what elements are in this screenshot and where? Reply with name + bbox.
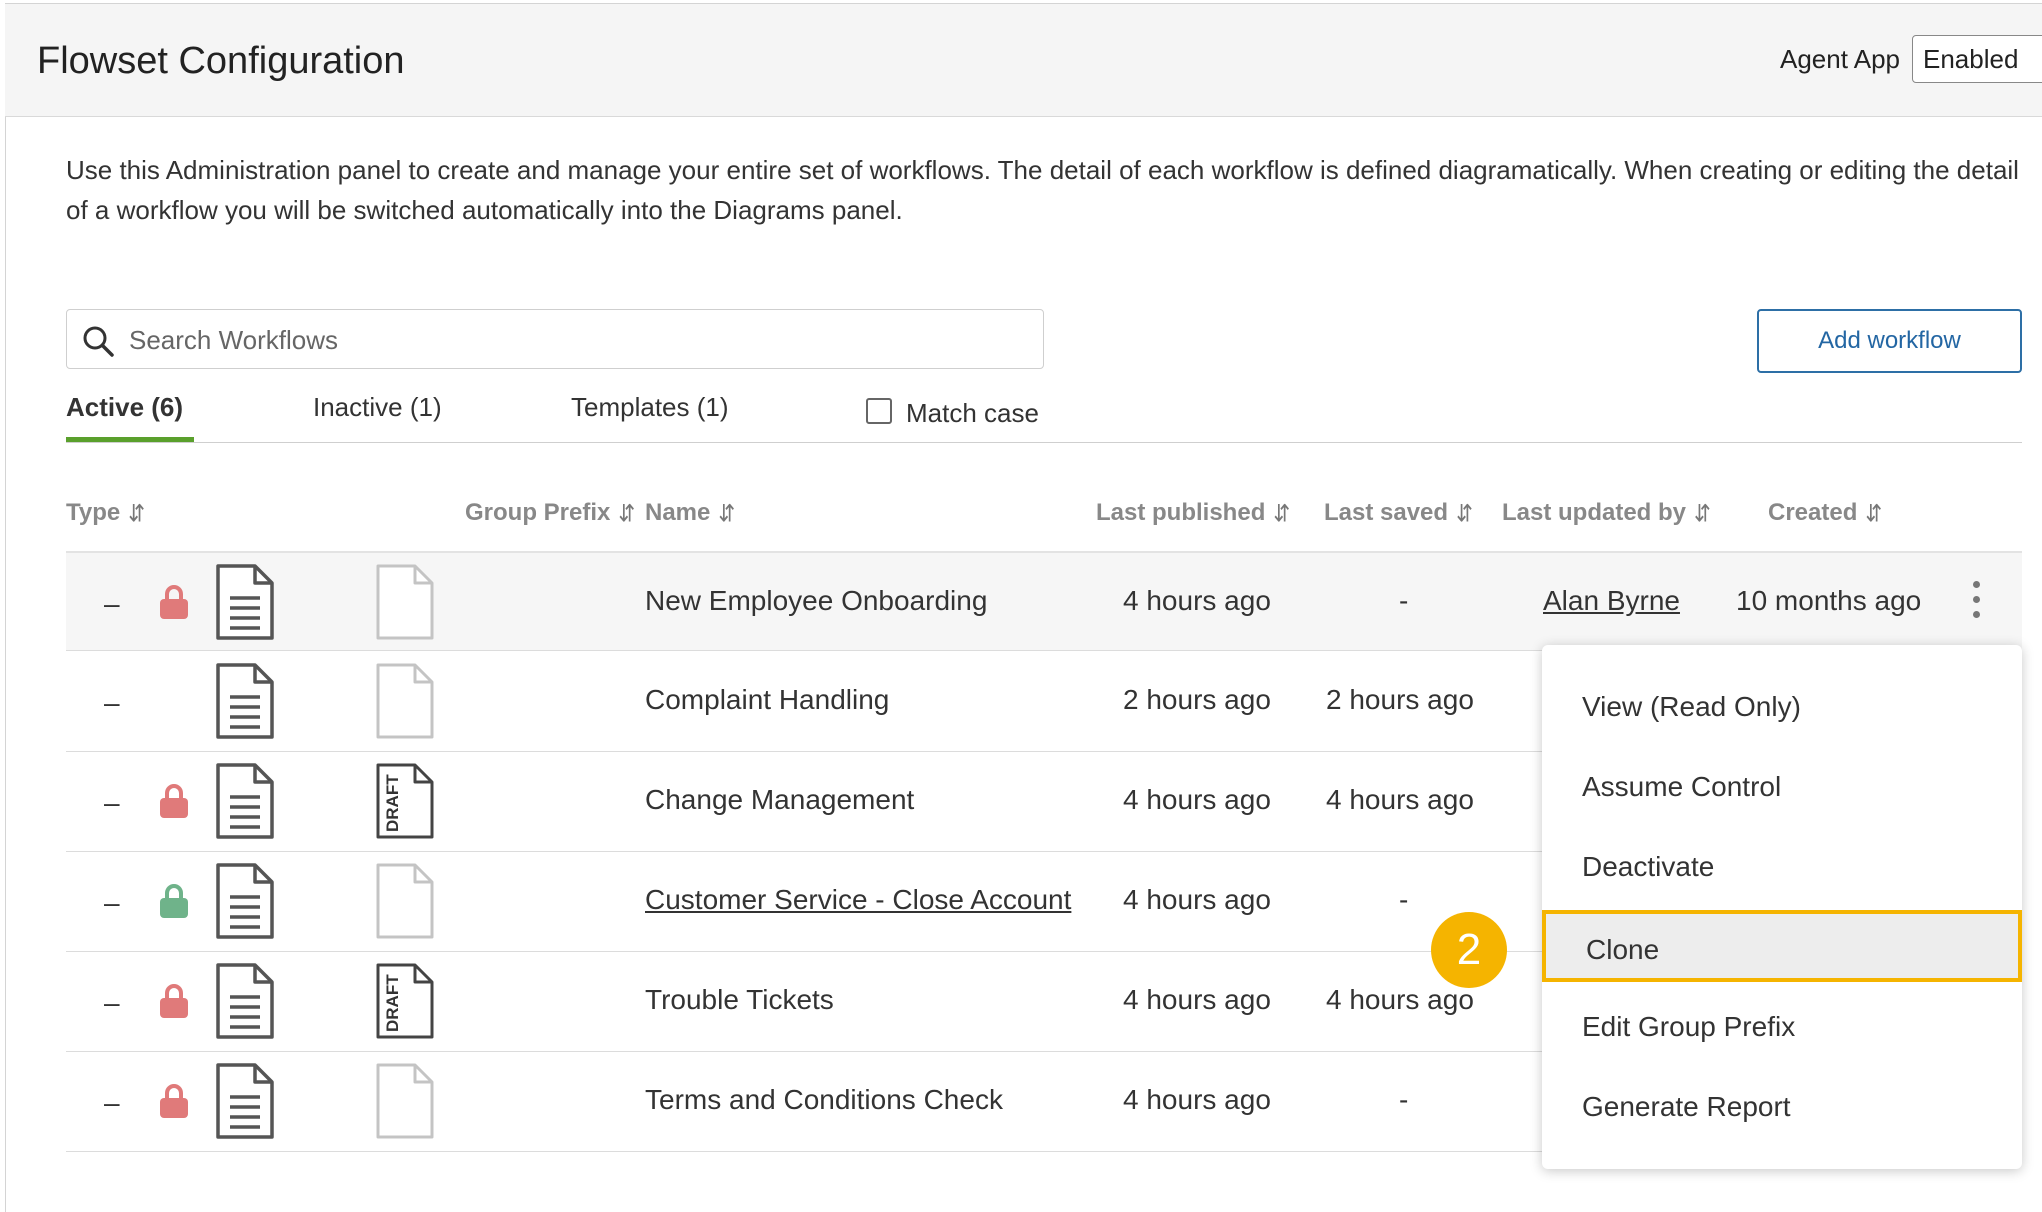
workflow-name: Complaint Handling xyxy=(645,684,890,715)
lock-icon xyxy=(160,784,188,818)
workflow-name[interactable]: Customer Service - Close Account xyxy=(645,884,1071,916)
document-icon[interactable] xyxy=(215,563,275,641)
last-updated-by-link[interactable]: Alan Byrne xyxy=(1543,585,1680,617)
column-header-last-updated-by-label: Last updated by xyxy=(1502,499,1687,526)
column-header-group-prefix[interactable]: Group Prefix ⇵ xyxy=(465,499,635,527)
sort-icon: ⇵ xyxy=(718,500,736,528)
menu-item-deactivate[interactable]: Deactivate xyxy=(1542,831,2022,903)
lock-icon xyxy=(160,1084,188,1118)
blank-document-icon[interactable] xyxy=(375,1062,435,1140)
blank-document-icon[interactable] xyxy=(375,662,435,740)
lock-icon xyxy=(160,984,188,1018)
agent-app-value: Enabled xyxy=(1923,44,2019,74)
blank-document-icon[interactable] xyxy=(375,563,435,641)
tab-templates[interactable]: Templates (1) xyxy=(571,392,729,423)
menu-item-assume-control[interactable]: Assume Control xyxy=(1542,751,2022,823)
page-header: Flowset Configuration xyxy=(5,4,2042,117)
last-published-cell: 4 hours ago xyxy=(1123,884,1271,915)
last-saved-cell: 2 hours ago xyxy=(1326,684,1474,715)
row-context-menu: View (Read Only) Assume Control Deactiva… xyxy=(1542,645,2022,1169)
agent-app-label: Agent App xyxy=(1780,44,1900,74)
column-header-group-prefix-label: Group Prefix xyxy=(465,499,611,526)
last-saved-cell: - xyxy=(1399,585,1409,616)
workflow-name: Change Management xyxy=(645,784,915,815)
row-dash: – xyxy=(104,588,120,619)
last-saved-cell: - xyxy=(1399,1084,1409,1115)
tab-inactive[interactable]: Inactive (1) xyxy=(313,392,442,423)
last-published-cell: 4 hours ago xyxy=(1123,1084,1271,1115)
menu-item-view-read-only[interactable]: View (Read Only) xyxy=(1542,671,2022,743)
column-header-last-updated-by[interactable]: Last updated by ⇵ xyxy=(1502,499,1711,527)
sort-icon: ⇵ xyxy=(128,500,145,528)
menu-item-clone[interactable]: Clone xyxy=(1542,910,2022,982)
document-icon[interactable] xyxy=(215,962,275,1040)
last-saved-cell: 4 hours ago xyxy=(1326,784,1474,815)
sort-icon: ⇵ xyxy=(1865,500,1883,528)
sort-icon: ⇵ xyxy=(618,500,636,528)
menu-item-edit-group-prefix[interactable]: Edit Group Prefix xyxy=(1542,991,2022,1063)
document-icon[interactable] xyxy=(215,862,275,940)
svg-text:DRAFT: DRAFT xyxy=(383,774,402,832)
draft-document-icon[interactable]: DRAFT xyxy=(375,762,435,840)
last-saved-cell: - xyxy=(1399,884,1409,915)
last-published-cell: 4 hours ago xyxy=(1123,984,1271,1015)
match-case-label: Match case xyxy=(906,398,1039,428)
row-dash: – xyxy=(104,887,120,918)
step-number-badge: 2 xyxy=(1431,912,1507,988)
column-header-last-saved-label: Last saved xyxy=(1324,499,1449,526)
search-placeholder: Search Workflows xyxy=(129,325,339,355)
lock-icon xyxy=(160,585,188,619)
document-icon[interactable] xyxy=(215,1062,275,1140)
search-icon xyxy=(83,326,114,357)
column-header-created-label: Created xyxy=(1768,499,1858,526)
column-header-name[interactable]: Name ⇵ xyxy=(645,499,735,527)
row-dash: – xyxy=(104,1087,120,1118)
panel-description: Use this Administration panel to create … xyxy=(66,155,2019,225)
column-header-last-published[interactable]: Last published ⇵ xyxy=(1096,499,1290,527)
row-dash: – xyxy=(104,687,120,718)
add-workflow-button[interactable]: Add workflow xyxy=(1757,309,2022,373)
last-saved-cell: 4 hours ago xyxy=(1326,984,1474,1015)
workflow-name: Terms and Conditions Check xyxy=(645,1084,1003,1115)
more-options-icon[interactable] xyxy=(1969,581,1983,625)
menu-item-generate-report[interactable]: Generate Report xyxy=(1542,1071,2022,1143)
search-input[interactable]: Search Workflows xyxy=(66,309,1044,369)
document-icon[interactable] xyxy=(215,762,275,840)
column-header-last-saved[interactable]: Last saved ⇵ xyxy=(1324,499,1473,527)
agent-app-select[interactable]: Enabled ⌄ xyxy=(1912,35,2042,83)
sort-icon: ⇵ xyxy=(1694,500,1711,528)
blank-document-icon[interactable] xyxy=(375,862,435,940)
sort-icon: ⇵ xyxy=(1273,500,1291,528)
lock-icon xyxy=(160,884,188,918)
column-header-type[interactable]: Type ⇵ xyxy=(66,499,145,527)
svg-text:DRAFT: DRAFT xyxy=(383,974,402,1032)
tab-active[interactable]: Active (6) xyxy=(66,392,183,423)
created-cell: 10 months ago xyxy=(1736,585,1922,616)
last-published-cell: 2 hours ago xyxy=(1123,684,1271,715)
table-row[interactable]: – New Employee Onboarding 4 hours ago - Alan… xyxy=(66,551,2022,651)
row-dash: – xyxy=(104,787,120,818)
column-header-created[interactable]: Created ⇵ xyxy=(1768,499,1882,527)
match-case-checkbox[interactable] xyxy=(866,398,892,424)
row-dash: – xyxy=(104,987,120,1018)
workflow-name: Trouble Tickets xyxy=(645,984,834,1015)
column-header-name-label: Name xyxy=(645,499,711,526)
sort-icon: ⇵ xyxy=(1456,500,1473,528)
last-published-cell: 4 hours ago xyxy=(1123,784,1271,815)
tabs-divider xyxy=(66,442,2022,443)
page-title: Flowset Configuration xyxy=(37,40,405,82)
column-header-type-label: Type xyxy=(66,499,121,526)
document-icon[interactable] xyxy=(215,662,275,740)
draft-document-icon[interactable]: DRAFT xyxy=(375,962,435,1040)
last-published-cell: 4 hours ago xyxy=(1123,585,1271,616)
workflow-name: New Employee Onboarding xyxy=(645,585,988,616)
column-header-last-published-label: Last published xyxy=(1096,499,1266,526)
